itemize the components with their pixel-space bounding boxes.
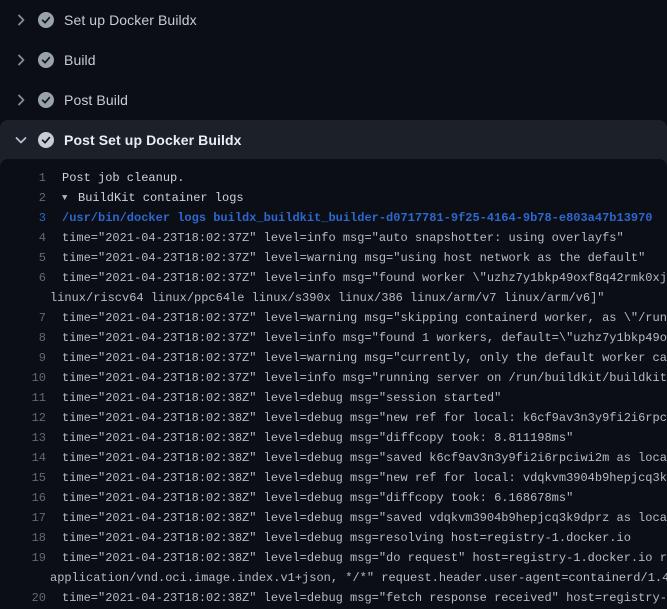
log-line: 7 time="2021-04-23T18:02:37Z" level=warn… [0,308,667,328]
line-number[interactable]: 3 [0,208,46,228]
log-text: time="2021-04-23T18:02:38Z" level=debug … [62,488,573,508]
log-line: 4 time="2021-04-23T18:02:37Z" level=info… [0,228,667,248]
line-number[interactable]: 7 [0,308,46,328]
log-line: linux/riscv64 linux/ppc64le linux/s390x … [0,288,667,308]
success-check-icon [38,132,54,148]
log-text: application/vnd.oci.image.index.v1+json,… [50,568,667,588]
log-text: BuildKit container logs [78,188,244,208]
log-line: 15 time="2021-04-23T18:02:38Z" level=deb… [0,468,667,488]
line-number[interactable]: 16 [0,488,46,508]
line-number[interactable]: 5 [0,248,46,268]
log-line: 18 time="2021-04-23T18:02:38Z" level=deb… [0,528,667,548]
log-text: time="2021-04-23T18:02:38Z" level=debug … [62,428,573,448]
log-line: 3 /usr/bin/docker logs buildx_buildkit_b… [0,208,667,228]
log-text: time="2021-04-23T18:02:37Z" level=warnin… [62,348,667,368]
log-line: application/vnd.oci.image.index.v1+json,… [0,568,667,588]
log-line: 6 time="2021-04-23T18:02:37Z" level=info… [0,268,667,288]
chevron-right-icon [13,92,29,108]
line-number[interactable]: 17 [0,508,46,528]
log-text: time="2021-04-23T18:02:38Z" level=debug … [62,588,667,608]
log-text: time="2021-04-23T18:02:37Z" level=info m… [62,328,667,348]
chevron-down-icon [13,132,29,148]
step-row-2[interactable]: Post Build [0,80,667,120]
step-row-1[interactable]: Build [0,40,667,80]
line-number[interactable]: 20 [0,588,46,608]
log-text: linux/riscv64 linux/ppc64le linux/s390x … [50,288,605,308]
log-line: 12 time="2021-04-23T18:02:38Z" level=deb… [0,408,667,428]
log-line: 13 time="2021-04-23T18:02:38Z" level=deb… [0,428,667,448]
step-label: Set up Docker Buildx [64,12,197,28]
log-line: 8 time="2021-04-23T18:02:37Z" level=info… [0,328,667,348]
log-line: 2 ▼ BuildKit container logs [0,188,667,208]
step-row-0[interactable]: Set up Docker Buildx [0,0,667,40]
log-group-toggle-icon[interactable]: ▼ [62,188,78,208]
log-line: 19 time="2021-04-23T18:02:38Z" level=deb… [0,548,667,568]
line-number[interactable]: 15 [0,468,46,488]
line-number[interactable]: 13 [0,428,46,448]
step-label: Build [64,52,96,68]
log-text: time="2021-04-23T18:02:38Z" level=debug … [62,408,667,428]
log-line: 20 time="2021-04-23T18:02:38Z" level=deb… [0,588,667,608]
success-check-icon [38,12,54,28]
log-line: 10 time="2021-04-23T18:02:37Z" level=inf… [0,368,667,388]
step-label: Post Build [64,92,128,108]
log-line: 16 time="2021-04-23T18:02:38Z" level=deb… [0,488,667,508]
log-area[interactable]: 1 Post job cleanup. 2 ▼ BuildKit contain… [0,159,667,609]
line-number[interactable]: 2 [0,188,46,208]
log-text: time="2021-04-23T18:02:38Z" level=debug … [62,448,667,468]
log-text: time="2021-04-23T18:02:38Z" level=debug … [62,548,667,568]
success-check-icon [38,92,54,108]
log-text: time="2021-04-23T18:02:38Z" level=debug … [62,508,667,528]
log-line: 11 time="2021-04-23T18:02:38Z" level=deb… [0,388,667,408]
log-text: time="2021-04-23T18:02:38Z" level=debug … [62,468,667,488]
log-line: 14 time="2021-04-23T18:02:38Z" level=deb… [0,448,667,468]
line-number[interactable]: 1 [0,168,46,188]
log-line: 1 Post job cleanup. [0,168,667,188]
log-text: time="2021-04-23T18:02:37Z" level=info m… [62,368,667,388]
success-check-icon [38,52,54,68]
log-line: 17 time="2021-04-23T18:02:38Z" level=deb… [0,508,667,528]
chevron-right-icon [13,52,29,68]
log-text: time="2021-04-23T18:02:37Z" level=info m… [62,268,667,288]
step-label: Post Set up Docker Buildx [64,132,242,148]
line-number[interactable]: 14 [0,448,46,468]
actions-log-viewer: Set up Docker Buildx Build Post Build [0,0,667,600]
log-text: time="2021-04-23T18:02:37Z" level=warnin… [62,308,667,328]
line-number[interactable]: 10 [0,368,46,388]
log-line: 9 time="2021-04-23T18:02:37Z" level=warn… [0,348,667,368]
line-number[interactable]: 9 [0,348,46,368]
log-text: time="2021-04-23T18:02:37Z" level=warnin… [62,248,645,268]
log-text: Post job cleanup. [62,168,184,188]
line-number[interactable]: 19 [0,548,46,568]
line-number[interactable]: 8 [0,328,46,348]
line-number[interactable]: 12 [0,408,46,428]
expanded-step-header[interactable]: Post Set up Docker Buildx [0,120,667,159]
log-text: time="2021-04-23T18:02:37Z" level=info m… [62,228,624,248]
line-number[interactable]: 4 [0,228,46,248]
log-text: /usr/bin/docker logs buildx_buildkit_bui… [62,208,653,228]
steps-list: Set up Docker Buildx Build Post Build [0,0,667,120]
expanded-step: Post Set up Docker Buildx 1 Post job cle… [0,120,667,600]
line-number[interactable]: 11 [0,388,46,408]
chevron-right-icon [13,12,29,28]
line-number[interactable]: 18 [0,528,46,548]
line-number[interactable]: 6 [0,268,46,288]
log-text: time="2021-04-23T18:02:38Z" level=debug … [62,528,631,548]
log-text: time="2021-04-23T18:02:38Z" level=debug … [62,388,501,408]
log-line: 5 time="2021-04-23T18:02:37Z" level=warn… [0,248,667,268]
